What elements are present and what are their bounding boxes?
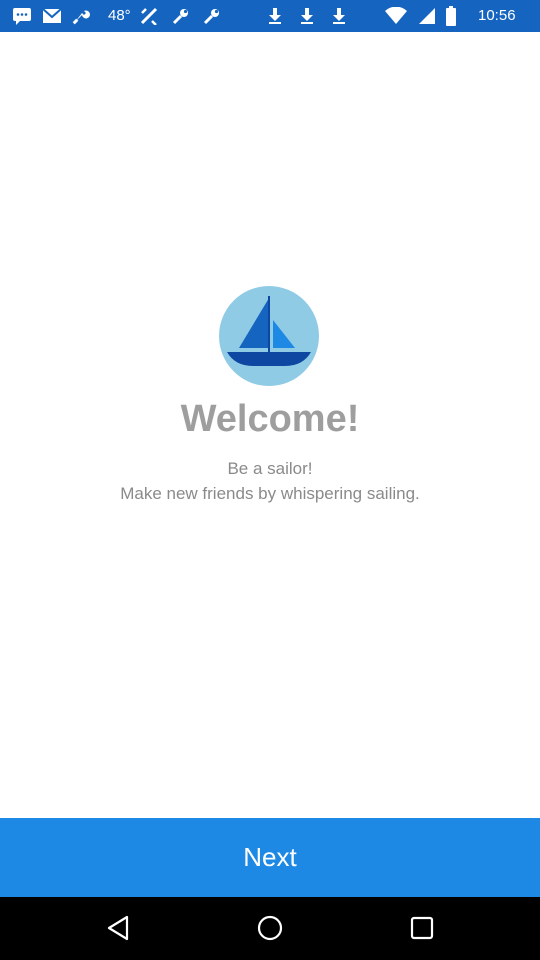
subtitle-line-1: Be a sailor!	[227, 459, 313, 478]
wrench-icon	[72, 6, 90, 26]
download-icon	[299, 6, 315, 26]
cellular-icon	[418, 6, 436, 26]
tool-icon	[140, 6, 160, 26]
clock: 10:56	[478, 7, 516, 24]
welcome-title: Welcome!	[180, 398, 360, 440]
subtitle-line-2: Make new friends by whispering sailing.	[120, 484, 420, 503]
sailboat-logo-icon	[219, 286, 319, 386]
navigation-bar	[0, 897, 540, 960]
status-bar: 48° 10:56	[0, 0, 540, 32]
welcome-subtitle: Be a sailor! Make new friends by whisper…	[0, 456, 540, 506]
download-icon	[267, 6, 283, 26]
screen: 48° 10:56 Welcome! Be a sailor! Make new…	[0, 0, 540, 960]
back-icon[interactable]	[104, 913, 134, 943]
mail-icon	[42, 6, 62, 26]
wrench-icon	[203, 6, 221, 26]
home-icon[interactable]	[255, 913, 285, 943]
download-icon	[331, 6, 347, 26]
battery-icon	[445, 6, 457, 26]
signal-48-label: 48°	[108, 7, 131, 24]
next-button[interactable]: Next	[0, 818, 540, 897]
message-icon	[12, 6, 32, 26]
wrench-icon	[172, 6, 190, 26]
wifi-icon	[385, 6, 407, 26]
recents-icon[interactable]	[407, 913, 437, 943]
